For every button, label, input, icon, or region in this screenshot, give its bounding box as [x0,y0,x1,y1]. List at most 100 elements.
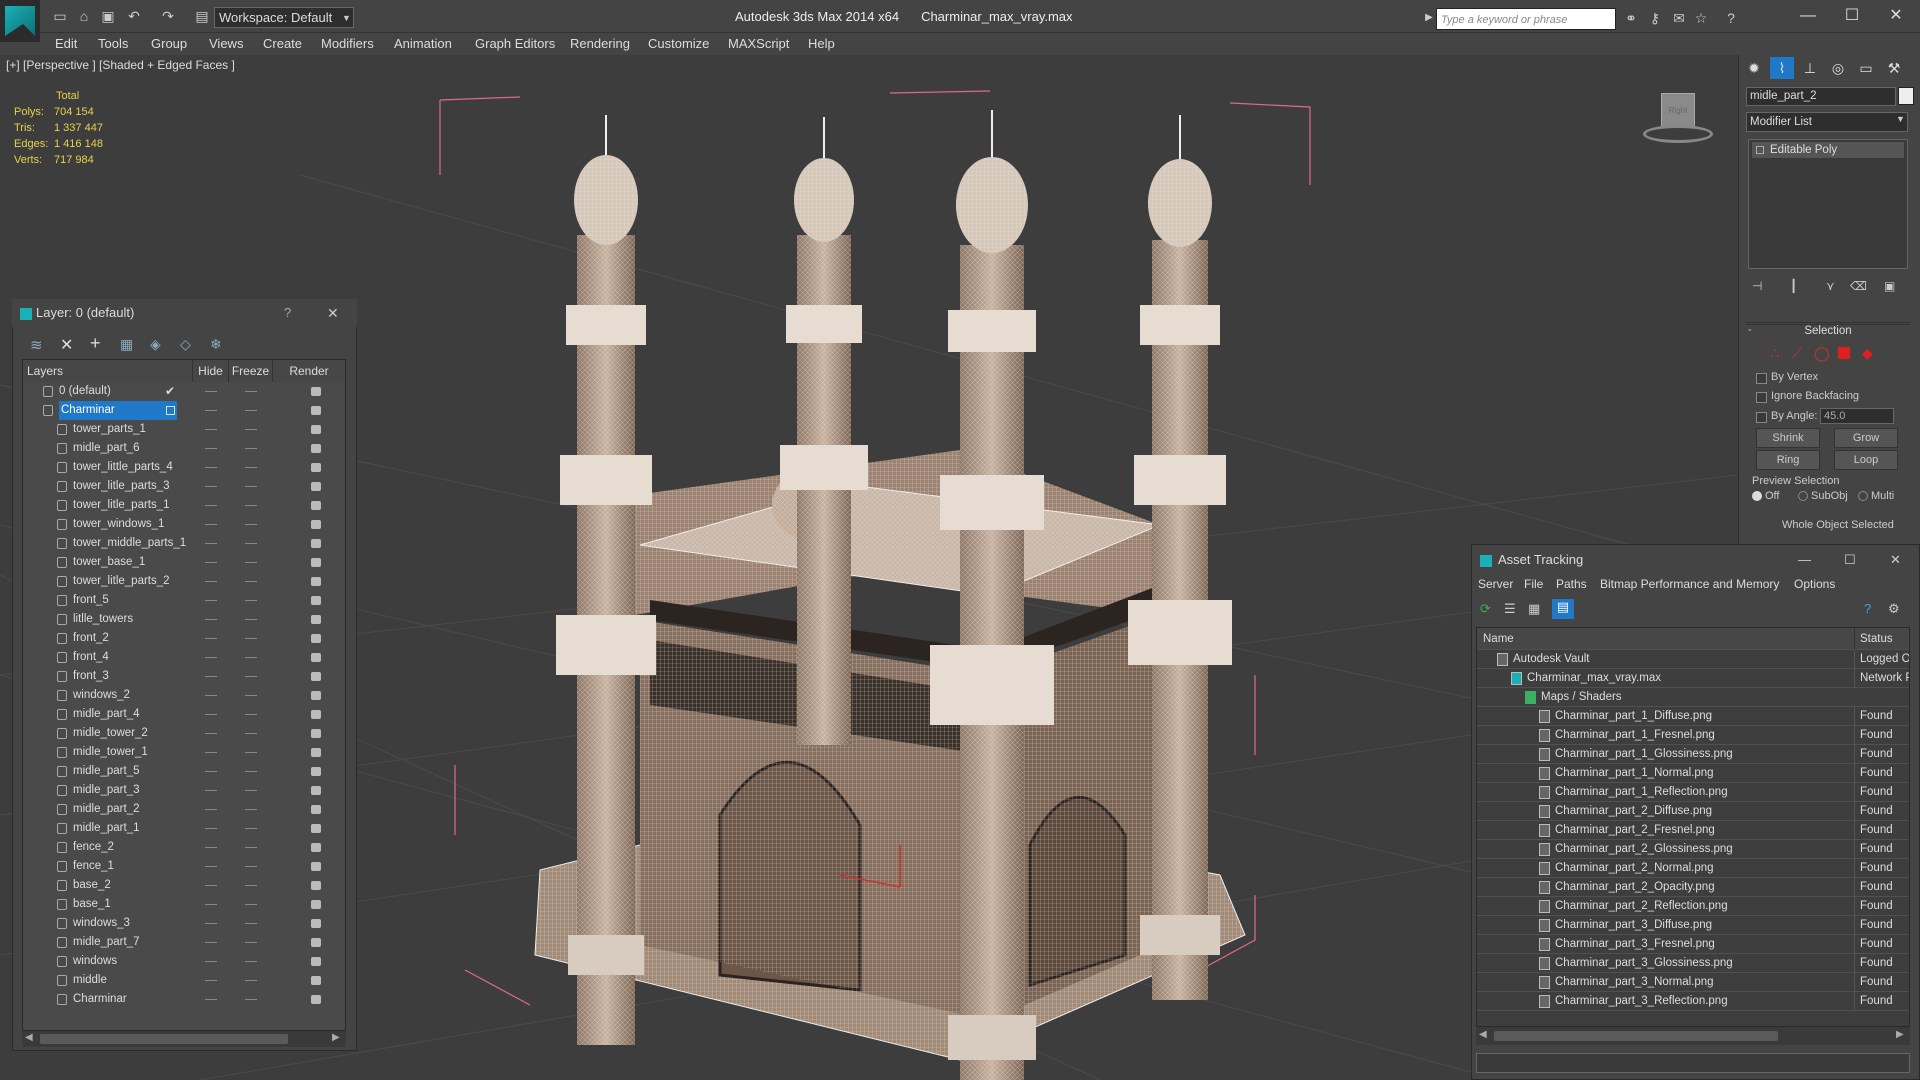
layer-row[interactable]: windows_2 [23,686,345,705]
layer-name[interactable]: midle_part_7 [73,933,139,952]
save-file-icon[interactable]: ▣ [98,6,118,26]
column-header-status[interactable]: Status [1854,628,1909,650]
settings-icon[interactable]: ⚙ [1888,601,1900,617]
render-toggle-icon[interactable] [311,957,321,966]
render-toggle-icon[interactable] [311,577,321,586]
layer-name[interactable]: 0 (default) [59,382,111,401]
utilities-tab-icon[interactable]: ⚒ [1882,57,1906,79]
hide-toggle[interactable] [205,999,217,1000]
layer-row[interactable]: base_1 [23,895,345,914]
freeze-toggle[interactable] [245,410,257,411]
asset-row[interactable]: Charminar_part_3_Glossiness.png Found [1477,954,1909,973]
hide-toggle[interactable] [205,619,217,620]
asset-row[interactable]: Charminar_part_1_Diffuse.png Found [1477,707,1909,726]
help-button[interactable]: ? [284,299,291,327]
layer-name[interactable]: midle_tower_2 [73,724,148,743]
maximize-button[interactable]: ☐ [1830,4,1874,28]
freeze-toggle[interactable] [245,562,257,563]
freeze-toggle[interactable] [245,486,257,487]
object-color-swatch[interactable] [1898,87,1914,105]
hide-toggle[interactable] [205,486,217,487]
freeze-toggle[interactable] [245,999,257,1000]
render-toggle-icon[interactable] [311,634,321,643]
preview-subobj-radio[interactable] [1798,491,1808,501]
minimize-button[interactable]: — [1798,549,1811,571]
render-toggle-icon[interactable] [311,539,321,548]
layer-row[interactable]: litlle_towers [23,610,345,629]
hide-toggle[interactable] [205,600,217,601]
hide-toggle[interactable] [205,942,217,943]
hide-toggle[interactable] [205,847,217,848]
render-toggle-icon[interactable] [311,710,321,719]
menu-maxscript[interactable]: MAXScript [728,33,789,55]
render-toggle-icon[interactable] [311,767,321,776]
minimize-button[interactable]: — [1786,4,1830,28]
freeze-toggle[interactable] [245,866,257,867]
render-toggle-icon[interactable] [311,919,321,928]
layer-name[interactable]: litlle_towers [73,610,133,629]
layer-row[interactable]: tower_litle_parts_2 [23,572,345,591]
app-menu-button[interactable] [0,0,40,42]
hide-toggle[interactable] [205,562,217,563]
delete-layer-icon[interactable]: ✕ [60,335,73,355]
asset-row[interactable]: Charminar_part_1_Glossiness.png Found [1477,745,1909,764]
layer-row[interactable]: tower_parts_1 [23,420,345,439]
close-icon[interactable]: ✕ [327,299,339,327]
hide-toggle[interactable] [205,638,217,639]
freeze-toggle[interactable] [245,904,257,905]
highlight-layer-icon[interactable]: ◈ [150,336,161,353]
show-end-result-icon[interactable]: ┃ [1790,279,1797,293]
freeze-toggle[interactable] [245,714,257,715]
freeze-toggle[interactable] [245,885,257,886]
freeze-toggle[interactable] [245,448,257,449]
layer-row[interactable]: fence_2 [23,838,345,857]
asset-row[interactable]: Charminar_part_3_Reflection.png Found [1477,992,1909,1011]
menu-graph-editors[interactable]: Graph Editors [475,33,555,55]
render-toggle-icon[interactable] [311,444,321,453]
freeze-toggle[interactable] [245,695,257,696]
ring-button[interactable]: Ring [1756,450,1820,470]
layer-name[interactable]: tower_little_parts_4 [73,458,173,477]
column-header-freeze[interactable]: Freeze [229,360,273,382]
freeze-toggle[interactable] [245,657,257,658]
asset-row[interactable]: Charminar_part_2_Fresnel.png Found [1477,821,1909,840]
scrollbar-thumb[interactable] [40,1034,288,1044]
layer-row[interactable]: tower_middle_parts_1 [23,534,345,553]
hide-toggle[interactable] [205,695,217,696]
preview-off-radio[interactable] [1752,491,1762,501]
column-header-layers[interactable]: Layers [23,360,193,382]
layer-row[interactable]: tower_litle_parts_1 [23,496,345,515]
render-toggle-icon[interactable] [311,406,321,415]
hide-toggle[interactable] [205,790,217,791]
render-toggle-icon[interactable] [311,691,321,700]
asset-menu-file[interactable]: File [1524,573,1543,595]
edge-subobject-icon[interactable]: ⟋ [1792,345,1802,362]
project-folder-icon[interactable]: ▤ [192,6,212,26]
element-subobject-icon[interactable]: ◆ [1862,345,1873,362]
hide-toggle[interactable] [205,733,217,734]
hide-toggle[interactable] [205,581,217,582]
render-toggle-icon[interactable] [311,976,321,985]
layer-row[interactable]: midle_part_3 [23,781,345,800]
freeze-toggle[interactable] [245,980,257,981]
freeze-toggle[interactable] [245,847,257,848]
hide-toggle[interactable] [205,980,217,981]
close-icon[interactable]: ✕ [1890,549,1901,571]
freeze-toggle[interactable] [245,961,257,962]
layer-row[interactable]: midle_part_6 [23,439,345,458]
viewcube[interactable]: Right [1643,93,1713,145]
modifier-stack-item[interactable]: Editable Poly [1752,142,1904,158]
select-objects-icon[interactable]: ▦ [120,336,133,353]
asset-row[interactable]: Autodesk Vault Logged Ou [1477,650,1909,669]
menu-create[interactable]: Create [263,33,302,55]
layer-name[interactable]: front_3 [73,667,109,686]
layer-row[interactable]: front_3 [23,667,345,686]
layer-row[interactable]: windows_3 [23,914,345,933]
freeze-toggle[interactable] [245,543,257,544]
layer-name[interactable]: fence_1 [73,857,114,876]
active-layer-check-icon[interactable]: ✔ [165,382,175,401]
viewcube-face[interactable]: Right [1661,93,1695,127]
render-toggle-icon[interactable] [311,463,321,472]
new-file-icon[interactable]: ▭ [50,6,70,26]
chevron-down-icon[interactable]: ▼ [1896,114,1905,124]
